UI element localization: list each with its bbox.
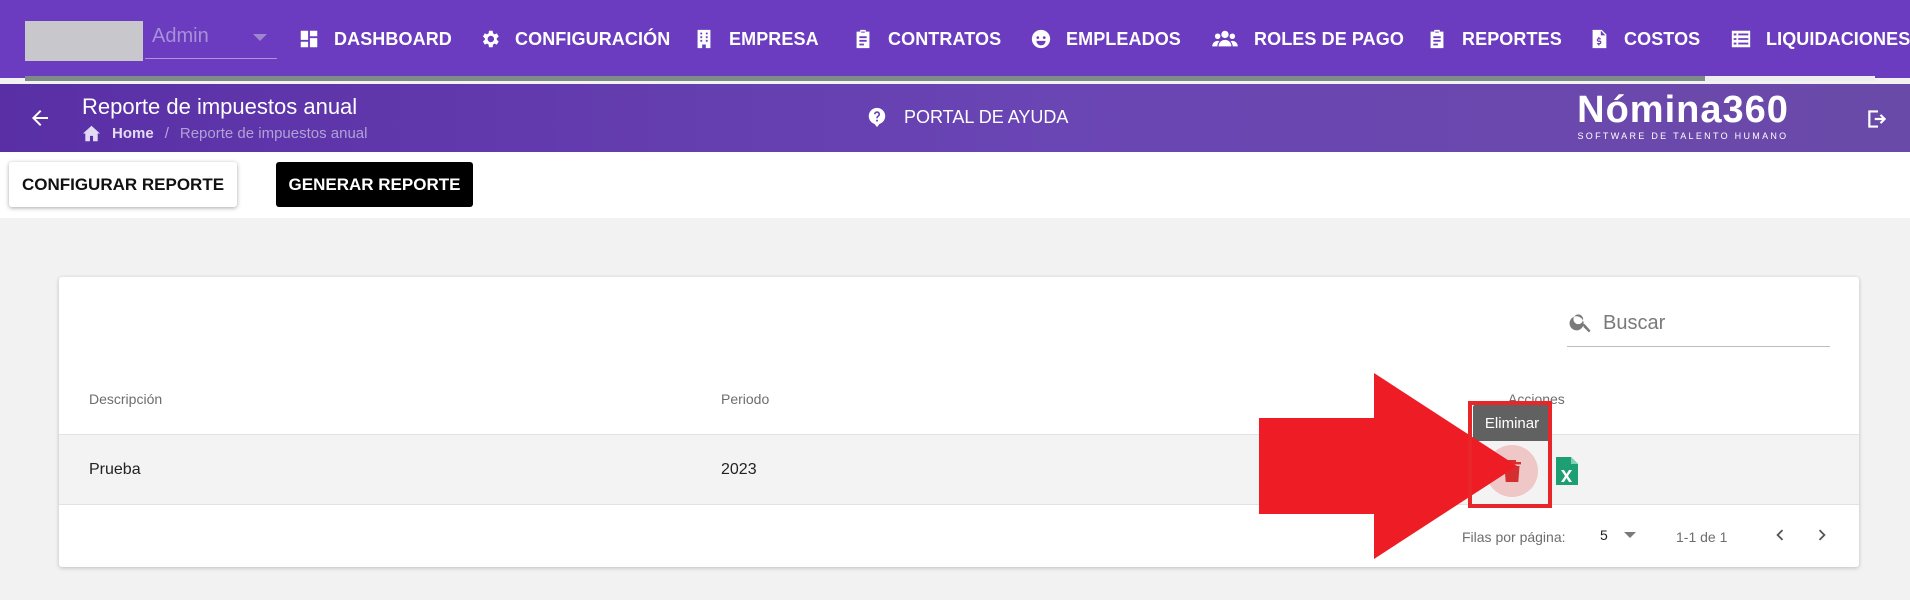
invoice-dollar-icon [1592,29,1607,49]
gear-icon [482,30,499,48]
nav-item-label: EMPRESA [729,28,819,49]
search-input[interactable] [1603,308,1823,338]
list-icon [1731,30,1751,48]
nav-item-empleados[interactable]: EMPLEADOS [1030,20,1181,58]
face-icon [1031,29,1051,49]
chevron-right-icon[interactable] [1811,524,1833,546]
help-portal-label: PORTAL DE AYUDA [904,106,1069,127]
nav-item-label: COSTOS [1624,28,1701,49]
column-header-periodo[interactable]: Periodo [721,391,769,407]
nav-item-costos[interactable]: COSTOS [1588,20,1700,58]
breadcrumb-separator: / [164,125,169,142]
nav-item-label: REPORTES [1462,28,1562,49]
nav-item-label: LIQUIDACIONES [1766,28,1910,49]
excel-download-icon[interactable] [1554,457,1580,485]
user-avatar[interactable] [25,21,143,61]
cell-descripcion: Prueba [89,461,141,478]
rows-per-page-value: 5 [1600,527,1608,543]
clipboard-icon [856,29,870,49]
arrow-left-icon[interactable] [28,106,52,130]
logout-icon[interactable] [1865,106,1891,132]
column-header-descripcion[interactable]: Descripción [89,391,162,407]
top-navbar: Admin DASHBOARD CONFIGURACIÓN EMPRESA CO… [0,0,1910,78]
user-role-select[interactable]: Admin [145,18,277,59]
breadcrumb-current: Reporte de impuestos anual [179,125,368,142]
action-toolbar: CONFIGURAR REPORTE GENERAR REPORTE [0,152,1910,218]
nav-item-label: CONTRATOS [888,28,1002,49]
help-bubble-icon [868,107,886,128]
page-header: Reporte de impuestos anual Home / Report… [0,84,1910,152]
nav-item-empresa[interactable]: EMPRESA [693,20,819,58]
home-icon[interactable] [82,125,101,142]
chevron-down-icon [253,34,267,41]
nav-item-configuracion[interactable]: CONFIGURACIÓN [479,20,670,58]
configure-report-button[interactable]: CONFIGURAR REPORTE [9,162,237,207]
clipboard-list-icon [1430,29,1444,49]
rows-per-page-select[interactable]: 5 [1600,527,1636,543]
users-icon [1212,30,1238,47]
dashboard-icon [300,30,318,48]
brand-name: Nómina360 [1577,89,1789,131]
breadcrumb-home[interactable]: Home [112,125,154,142]
search-box [1567,305,1830,347]
table-row: Prueba 2023 [59,434,1859,505]
user-role-label: Admin [152,25,209,47]
caret-down-icon [1623,532,1636,538]
nav-item-label: ROLES DE PAGO [1254,28,1404,49]
page-title: Reporte de impuestos anual [82,94,358,119]
brand-tagline: SOFTWARE DE TALENTO HUMANO [1577,131,1789,141]
nav-item-liquidaciones[interactable]: LIQUIDACIONES [1730,20,1910,58]
pagination-range: 1-1 de 1 [1676,529,1728,545]
nav-active-indicator [1705,76,1875,81]
breadcrumb: Home / Reporte de impuestos anual [82,125,367,142]
cell-periodo: 2023 [721,461,757,478]
nav-item-label: EMPLEADOS [1066,28,1181,49]
nav-item-contratos[interactable]: CONTRATOS [852,20,1001,58]
help-portal-link[interactable]: PORTAL DE AYUDA [866,106,1068,128]
nav-item-dashboard[interactable]: DASHBOARD [298,20,452,58]
brand-logo: Nómina360 SOFTWARE DE TALENTO HUMANO [1568,90,1798,141]
annotation-highlight-box [1468,401,1552,508]
chevron-left-icon[interactable] [1769,524,1791,546]
nav-item-roles-de-pago[interactable]: ROLES DE PAGO [1210,20,1404,58]
building-icon [697,29,711,49]
nav-item-reportes[interactable]: REPORTES [1426,20,1562,58]
nav-item-label: CONFIGURACIÓN [515,28,671,49]
generate-report-button[interactable]: GENERAR REPORTE [276,162,473,207]
nav-item-label: DASHBOARD [334,28,452,49]
nav-divider [25,76,1873,81]
report-table-card: Descripción Periodo Acciones Prueba 2023… [59,277,1859,567]
search-icon [1569,314,1591,333]
